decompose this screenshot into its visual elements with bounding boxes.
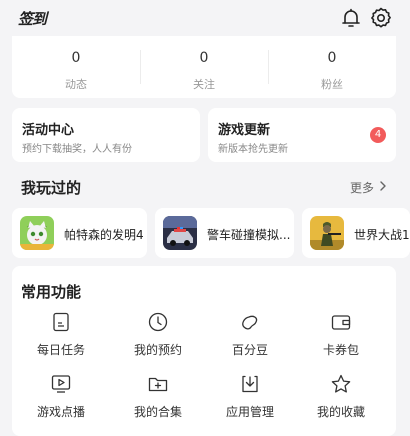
feature-my-reservations[interactable]: 我的预约: [113, 311, 203, 358]
feature-label: 百分豆: [231, 343, 268, 357]
play-icon: [51, 375, 71, 393]
feature-label: 游戏点播: [36, 405, 85, 419]
signin-button[interactable]: 签到: [18, 8, 47, 29]
common-features-card: 常用功能 每日任务 我的预约 百分豆 卡券包 游戏点播 我的合集 应用管理 我的…: [12, 266, 396, 436]
common-features-title: 常用功能: [21, 283, 82, 301]
feature-coupon-wallet[interactable]: 卡券包: [296, 311, 386, 358]
game-updates-card[interactable]: 游戏更新 新版本抢先更新 4: [208, 108, 396, 162]
feature-label: 卡券包: [322, 343, 359, 357]
activity-center-subtitle: 预约下载抽奖，人人有份: [22, 144, 132, 155]
wallet-icon: [331, 315, 351, 330]
feature-label: 我的合集: [133, 405, 182, 419]
update-count-badge: 4: [370, 127, 386, 143]
feature-label: 每日任务: [36, 343, 85, 357]
top-bar: 签到: [0, 0, 410, 36]
game-thumbnail-soldier: [310, 216, 344, 250]
stat-following-value: 0: [199, 50, 209, 66]
stat-fans-value: 0: [327, 50, 337, 66]
folder-add-icon: [148, 377, 168, 392]
stat-posts[interactable]: 0 动态: [12, 36, 140, 98]
feature-bean[interactable]: 百分豆: [205, 311, 295, 358]
game-updates-subtitle: 新版本抢先更新: [218, 144, 288, 155]
feature-my-favorites[interactable]: 我的收藏: [296, 373, 386, 420]
game-thumbnail-police-car: [163, 216, 197, 250]
star-icon: [331, 374, 351, 393]
played-game-item[interactable]: 世界大战1: [302, 208, 410, 258]
stat-following-label: 关注: [193, 78, 215, 91]
download-icon: [242, 375, 258, 393]
daily-task-icon: [53, 312, 69, 332]
feature-label: 应用管理: [225, 405, 274, 419]
more-link[interactable]: 更多: [350, 179, 374, 196]
game-updates-title: 游戏更新: [218, 123, 271, 138]
feature-label: 我的预约: [133, 343, 182, 357]
feature-label: 我的收藏: [316, 405, 365, 419]
game-name: 帕特森的发明4: [64, 228, 144, 242]
feature-app-management[interactable]: 应用管理: [205, 373, 295, 420]
stats-card: 0 动态 0 关注 0 粉丝: [12, 36, 396, 98]
chevron-right-icon[interactable]: [378, 180, 388, 192]
game-name: 警车碰撞模拟...: [207, 228, 291, 242]
gear-icon[interactable]: [369, 6, 393, 30]
game-thumbnail-cat: [20, 216, 54, 250]
stat-posts-value: 0: [71, 50, 81, 66]
game-name: 世界大战1: [354, 228, 410, 242]
feature-daily-task[interactable]: 每日任务: [16, 311, 106, 358]
activity-center-title: 活动中心: [22, 123, 75, 138]
stat-fans-label: 粉丝: [321, 78, 343, 91]
feature-my-collections[interactable]: 我的合集: [113, 373, 203, 420]
stat-posts-label: 动态: [65, 78, 87, 91]
activity-center-card[interactable]: 活动中心 预约下载抽奖，人人有份: [12, 108, 200, 162]
feature-game-on-demand[interactable]: 游戏点播: [16, 373, 106, 420]
bean-icon: [242, 315, 258, 330]
stat-following[interactable]: 0 关注: [140, 36, 268, 98]
clock-icon: [148, 312, 168, 332]
played-section-title: 我玩过的: [21, 179, 82, 197]
played-game-item[interactable]: 帕特森的发明4: [12, 208, 147, 258]
played-game-item[interactable]: 警车碰撞模拟...: [155, 208, 294, 258]
stat-fans[interactable]: 0 粉丝: [268, 36, 396, 98]
bell-icon[interactable]: [339, 6, 363, 30]
